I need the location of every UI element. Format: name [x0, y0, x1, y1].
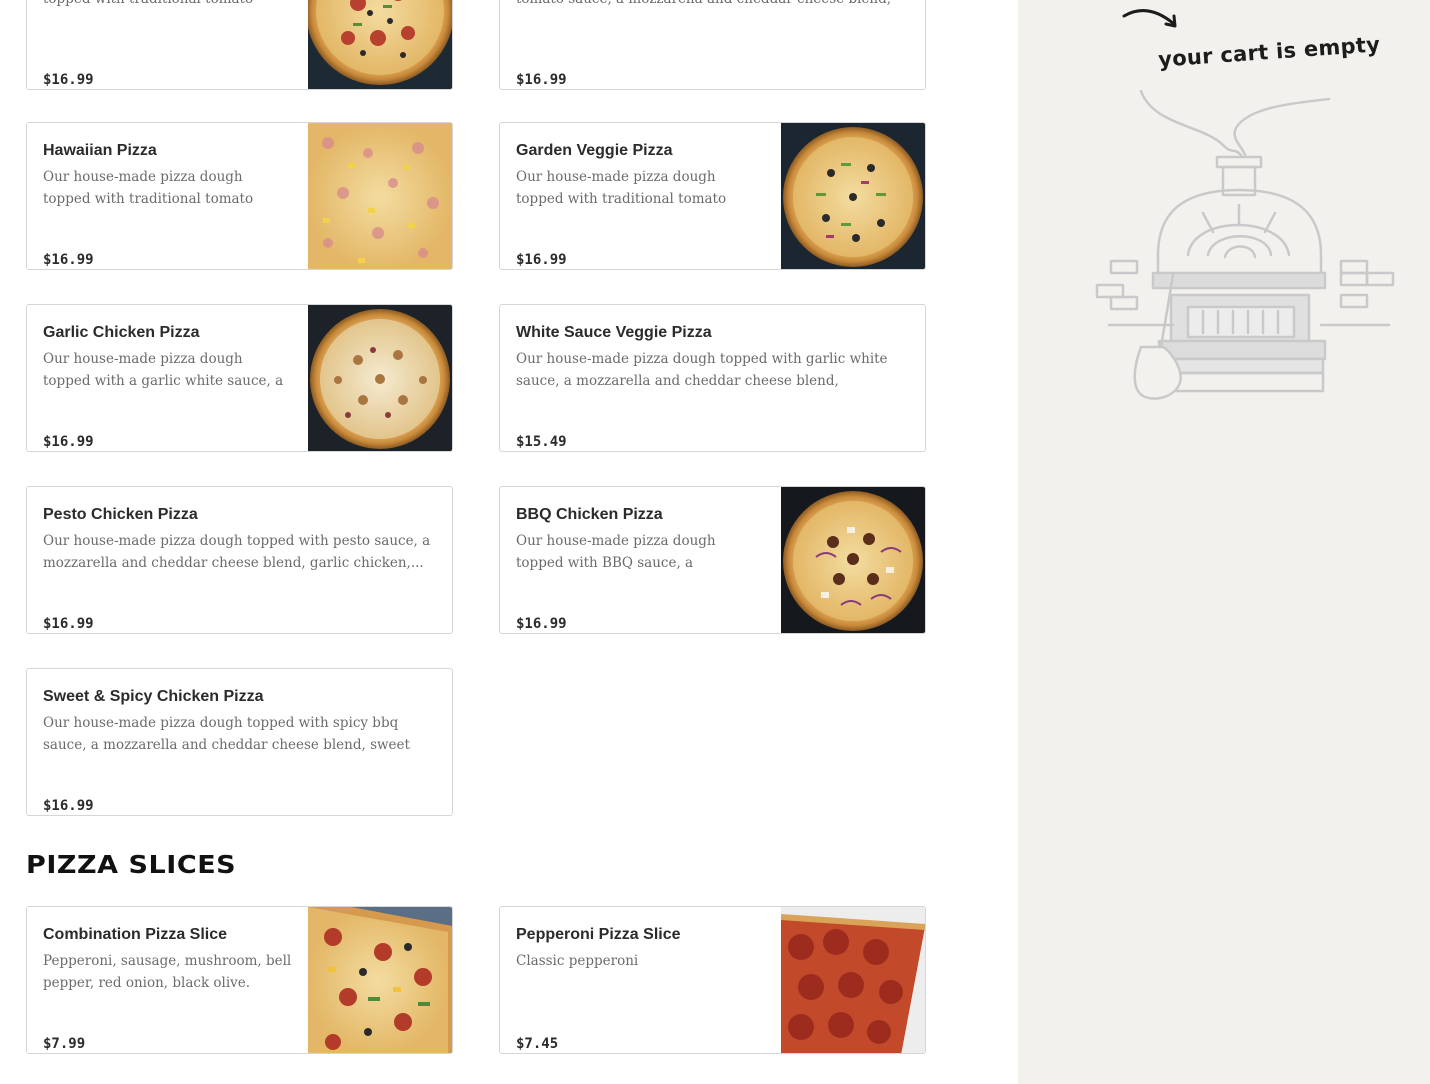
cart-sidebar: your cart is empty [1018, 0, 1430, 1084]
curved-arrow-icon [1122, 9, 1177, 28]
item-description: Our house-made pizza dough topped with t… [43, 169, 254, 207]
menu-item-hawaiian-pizza[interactable]: Hawaiian Pizza Our house-made pizza doug… [26, 122, 453, 270]
pizza-photo [308, 305, 452, 451]
item-description: Our house-made pizza dough topped with B… [516, 533, 716, 571]
item-price: $16.99 [43, 798, 94, 814]
menu-item-white-sauce-veggie-pizza[interactable]: White Sauce Veggie Pizza Our house-made … [499, 304, 926, 452]
pizza-oven-illustration [1095, 89, 1395, 400]
menu-item-sweet-spicy-chicken-pizza[interactable]: Sweet & Spicy Chicken Pizza Our house-ma… [26, 668, 453, 816]
menu-item-bbq-chicken-pizza[interactable]: BBQ Chicken Pizza Our house-made pizza d… [499, 486, 926, 634]
item-description: Our house-made pizza dough topped with a… [43, 351, 284, 389]
item-price: $16.99 [43, 616, 94, 632]
item-price: $16.99 [516, 72, 567, 88]
item-description: Our house-made pizza dough topped with p… [43, 533, 431, 571]
item-price: $16.99 [43, 72, 94, 88]
pizza-photo [781, 487, 925, 633]
menu-item-pepperoni-pizza-slice[interactable]: Pepperoni Pizza Slice Classic pepperoni … [499, 906, 926, 1054]
item-description: Classic pepperoni [516, 953, 639, 969]
item-price: $16.99 [43, 252, 94, 268]
item-name: Pepperoni Pizza Slice [516, 926, 681, 943]
item-price: $16.99 [516, 616, 567, 632]
menu-item-combination-pizza-slice[interactable]: Combination Pizza Slice Pepperoni, sausa… [26, 906, 453, 1054]
pizza-photo [308, 123, 452, 269]
menu-item-card[interactable]: Our house-made pizza dough topped with t… [499, 0, 926, 90]
menu-main: Our house-made pizza dough topped with t… [0, 0, 1018, 1084]
item-description: Our house-made pizza dough topped with t… [516, 169, 727, 207]
cart-empty-message: your cart is empty [1157, 32, 1381, 72]
item-price: $16.99 [43, 434, 94, 450]
menu-item-card[interactable]: Our house-made pizza dough topped with t… [26, 0, 453, 90]
item-name: Combination Pizza Slice [43, 926, 228, 943]
pizza-photo [781, 123, 925, 269]
item-description: Our house-made pizza dough topped with g… [516, 351, 888, 389]
pizza-slice-photo [781, 907, 925, 1053]
item-name: Garden Veggie Pizza [516, 142, 673, 159]
section-title-pizza-slices: PIZZA SLICES [26, 850, 237, 879]
item-price: $16.99 [516, 252, 567, 268]
pizza-photo [308, 0, 452, 89]
item-name: BBQ Chicken Pizza [516, 506, 663, 523]
item-price: $7.45 [516, 1036, 559, 1052]
item-name: White Sauce Veggie Pizza [516, 324, 712, 341]
item-description: Pepperoni, sausage, mushroom, bell peppe… [43, 953, 292, 991]
item-description: Our house-made pizza dough topped with s… [43, 715, 410, 753]
item-name: Hawaiian Pizza [43, 142, 157, 159]
menu-item-garden-veggie-pizza[interactable]: Garden Veggie Pizza Our house-made pizza… [499, 122, 926, 270]
item-price: $7.99 [43, 1036, 86, 1052]
item-description: Our house-made pizza dough topped with t… [516, 0, 909, 10]
menu-item-pesto-chicken-pizza[interactable]: Pesto Chicken Pizza Our house-made pizza… [26, 486, 453, 634]
item-name: Pesto Chicken Pizza [43, 506, 198, 523]
item-description: Our house-made pizza dough topped with t… [43, 0, 292, 10]
item-price: $15.49 [516, 434, 567, 450]
item-name: Garlic Chicken Pizza [43, 324, 200, 341]
item-name: Sweet & Spicy Chicken Pizza [43, 688, 264, 705]
menu-item-garlic-chicken-pizza[interactable]: Garlic Chicken Pizza Our house-made pizz… [26, 304, 453, 452]
pizza-slice-photo [308, 907, 452, 1053]
